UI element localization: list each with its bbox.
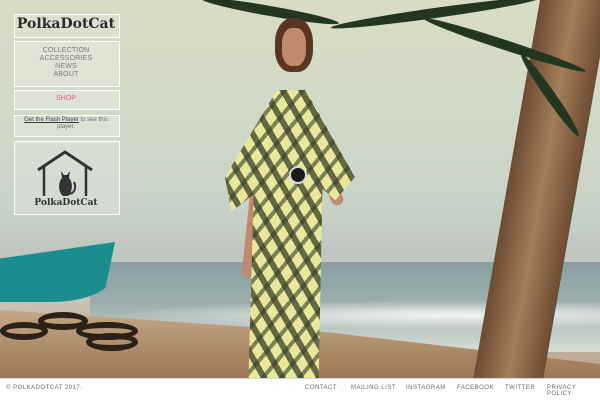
model-figure: [225, 18, 355, 380]
nav-menu: COLLECTION ACCESSORIES NEWS ABOUT: [14, 47, 118, 79]
tire: [0, 322, 48, 340]
nav-item-collection[interactable]: COLLECTION: [14, 47, 118, 55]
dress-brooch: [289, 166, 307, 184]
footer-link-contact[interactable]: CONTACT: [305, 385, 337, 391]
footer-link-instagram[interactable]: INSTAGRAM: [406, 385, 446, 391]
nav-item-about[interactable]: ABOUT: [14, 71, 118, 79]
emblem-label: PolkaDotCat: [34, 198, 98, 208]
site-logo[interactable]: PolkaDotCat: [14, 16, 118, 32]
house-cat-icon: [37, 150, 93, 196]
copyright-text: © POLKADOTCAT 2017.: [6, 385, 83, 391]
footer-link-privacy-policy[interactable]: PRIVACY POLICY: [547, 385, 600, 397]
tire: [86, 333, 138, 351]
flash-player-notice: Get the Flash Player to see this player.: [17, 117, 115, 131]
model-face: [282, 28, 306, 66]
get-flash-player-link[interactable]: Get the Flash Player: [24, 117, 79, 123]
nav-item-news[interactable]: NEWS: [14, 63, 118, 71]
footer-link-facebook[interactable]: FACEBOOK: [457, 385, 494, 391]
shop-button[interactable]: SHOP: [14, 95, 118, 102]
footer-link-twitter[interactable]: TWITTER: [505, 385, 535, 391]
dress-palm-print: [225, 90, 355, 380]
palm-frond: [330, 0, 540, 33]
nav-item-accessories[interactable]: ACCESSORIES: [14, 55, 118, 63]
footer-link-mailing-list[interactable]: MAILING LIST: [351, 385, 396, 391]
